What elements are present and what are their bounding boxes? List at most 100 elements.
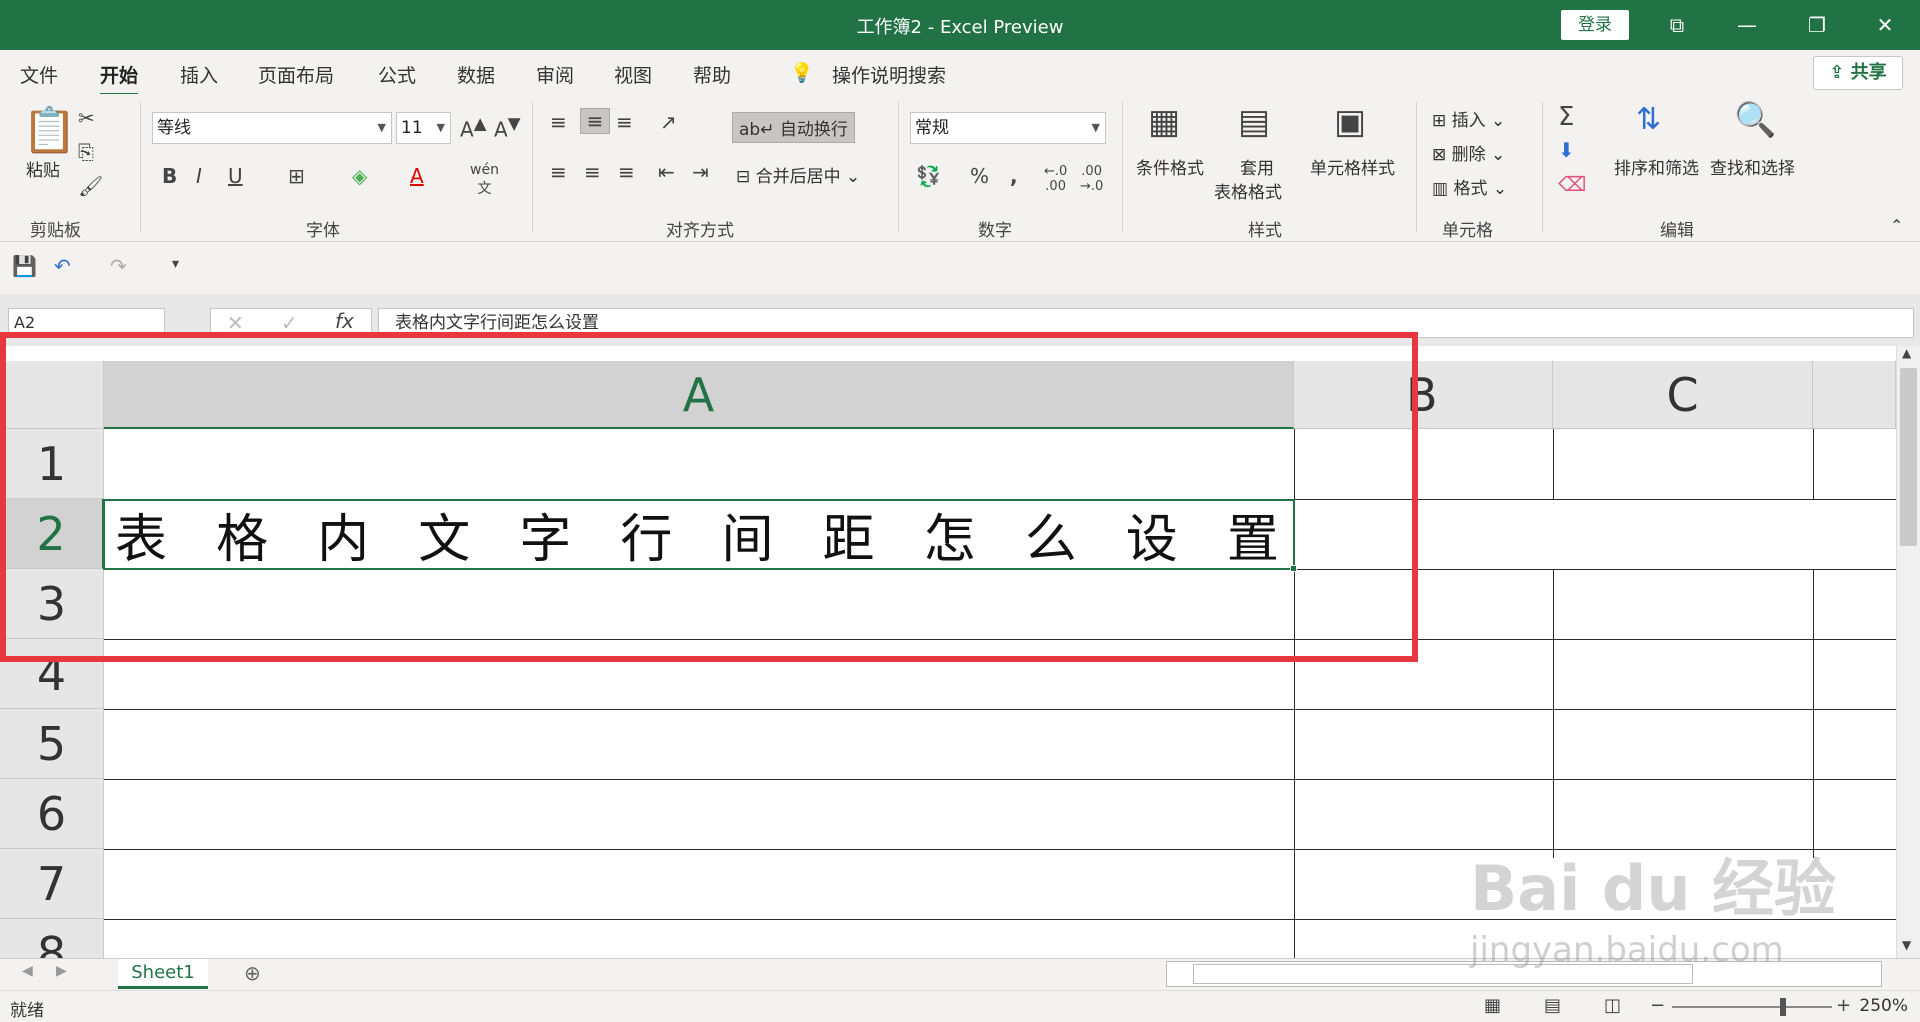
tab-page-layout[interactable]: 页面布局 (258, 61, 334, 88)
row-header-7[interactable]: 7 (0, 849, 104, 919)
divider (898, 102, 899, 232)
scroll-thumb[interactable] (1900, 368, 1917, 546)
page-layout-icon[interactable]: ▤ (1544, 995, 1561, 1016)
align-bottom-icon[interactable]: ≡ (616, 110, 633, 134)
row-header-8[interactable]: 8 (0, 919, 104, 958)
login-button[interactable]: 登录 (1561, 10, 1629, 40)
cut-icon[interactable]: ✂ (78, 106, 95, 130)
format-table-label-2[interactable]: 表格格式 (1214, 178, 1282, 203)
conditional-format-label[interactable]: 条件格式 (1136, 154, 1204, 179)
insert-cells-button[interactable]: ⊞ 插入 ⌄ (1432, 106, 1505, 131)
fill-down-icon[interactable]: ⬇ (1558, 138, 1575, 162)
row-header-5[interactable]: 5 (0, 709, 104, 779)
fill-color-icon[interactable]: ◈ (352, 164, 367, 188)
increase-font-icon[interactable]: A▲ (460, 114, 487, 142)
format-cells-button[interactable]: ▥ 格式 ⌄ (1432, 174, 1507, 199)
delete-label: 删除 (1451, 145, 1486, 165)
accounting-icon[interactable]: 💱 (916, 164, 941, 188)
align-middle-icon[interactable]: ≡ (580, 108, 610, 134)
undo-icon[interactable]: ↶ (54, 254, 71, 278)
tell-me-search[interactable]: 操作说明搜索 (832, 61, 946, 88)
format-table-icon[interactable]: ▤ (1238, 102, 1270, 142)
sort-filter-label[interactable]: 排序和筛选 (1614, 154, 1699, 179)
decrease-font-icon[interactable]: A▼ (494, 114, 521, 142)
font-name-select[interactable]: 等线 ▼ (152, 112, 392, 144)
zoom-slider-thumb[interactable] (1780, 998, 1786, 1016)
save-icon[interactable]: 💾 (12, 254, 37, 278)
orientation-icon[interactable]: ↗ (660, 110, 677, 134)
insert-function-icon[interactable]: fx (335, 309, 354, 333)
wrap-text-label: 自动换行 (779, 120, 848, 140)
wrap-text-button[interactable]: ab↵ 自动换行 (732, 112, 855, 143)
decrease-indent-icon[interactable]: ⇤ (658, 160, 675, 184)
tab-formulas[interactable]: 公式 (378, 61, 416, 88)
clear-icon[interactable]: ⌫ (1558, 172, 1586, 196)
add-sheet-icon[interactable]: ⊕ (244, 961, 261, 985)
comma-icon[interactable]: , (1010, 164, 1018, 188)
tab-file[interactable]: 文件 (20, 61, 58, 88)
cell-styles-icon[interactable]: ▣ (1334, 102, 1366, 142)
scroll-down-icon[interactable]: ▼ (1902, 938, 1911, 952)
wrap-text-icon: ab↵ (739, 120, 780, 140)
sheet-tab-sheet1[interactable]: Sheet1 (118, 959, 208, 989)
font-color-icon[interactable]: A (410, 164, 424, 188)
underline-icon[interactable]: U (228, 164, 243, 188)
delete-cells-button[interactable]: ⊠ 删除 ⌄ (1432, 140, 1505, 165)
close-icon[interactable]: ✕ (1850, 0, 1920, 50)
merge-label: 合并后居中 (755, 167, 841, 187)
font-size-select[interactable]: 11 ▼ (396, 112, 451, 144)
tab-insert[interactable]: 插入 (180, 61, 218, 88)
minimize-icon[interactable]: — (1712, 0, 1782, 50)
paste-label[interactable]: 粘贴 (26, 156, 60, 181)
phonetic-icon[interactable]: wén 文 (470, 162, 499, 198)
share-button[interactable]: ⇪ 共享 (1813, 56, 1903, 90)
page-break-icon[interactable]: ◫ (1604, 995, 1621, 1016)
align-left-icon[interactable]: ≡ (550, 160, 567, 184)
find-select-label[interactable]: 查找和选择 (1710, 154, 1795, 179)
tab-view[interactable]: 视图 (614, 61, 652, 88)
merge-center-button[interactable]: ⊟ 合并后居中 ⌄ (736, 162, 860, 187)
tab-data[interactable]: 数据 (457, 61, 495, 88)
align-right-icon[interactable]: ≡ (618, 160, 635, 184)
clipboard-group-label: 剪贴板 (30, 221, 81, 241)
cell-styles-label[interactable]: 单元格样式 (1310, 154, 1395, 179)
percent-icon[interactable]: % (970, 164, 989, 188)
prev-sheet-icon[interactable]: ◀ (22, 963, 33, 979)
copy-icon[interactable]: ⎘ (78, 140, 94, 164)
next-sheet-icon[interactable]: ▶ (56, 963, 67, 979)
conditional-format-icon[interactable]: ▦ (1148, 102, 1180, 142)
align-center-icon[interactable]: ≡ (584, 160, 601, 184)
format-table-label-1[interactable]: 套用 (1240, 154, 1274, 179)
decrease-decimal-icon[interactable]: .00 →.0 (1080, 164, 1103, 194)
italic-icon[interactable]: I (196, 164, 202, 188)
increase-decimal-icon[interactable]: ←.0.00 (1044, 164, 1067, 194)
align-top-icon[interactable]: ≡ (550, 110, 567, 134)
zoom-out-icon[interactable]: − (1650, 995, 1665, 1016)
column-header-d[interactable] (1813, 361, 1896, 429)
scroll-up-icon[interactable]: ▲ (1902, 346, 1911, 360)
row-header-6[interactable]: 6 (0, 779, 104, 849)
zoom-slider[interactable] (1672, 1006, 1832, 1008)
find-select-icon[interactable]: 🔍 (1734, 100, 1776, 140)
number-format-select[interactable]: 常规 ▼ (910, 112, 1106, 144)
tab-home[interactable]: 开始 (100, 61, 139, 96)
increase-indent-icon[interactable]: ⇥ (692, 160, 709, 184)
zoom-in-icon[interactable]: + (1836, 995, 1851, 1016)
bold-icon[interactable]: B (162, 164, 177, 188)
paste-icon[interactable]: 📋 (22, 104, 77, 156)
sort-filter-icon[interactable]: ⇅ (1636, 102, 1661, 137)
zoom-level[interactable]: 250% (1859, 996, 1908, 1016)
vertical-scrollbar[interactable]: ▲ ▼ (1896, 346, 1920, 958)
ribbon-display-icon[interactable]: ⧉ (1642, 0, 1712, 50)
borders-icon[interactable]: ⊞ (288, 164, 305, 188)
normal-view-icon[interactable]: ▦ (1484, 995, 1501, 1016)
format-painter-icon[interactable]: 🖌 (78, 174, 103, 198)
redo-icon[interactable]: ↷ (110, 254, 127, 278)
tab-help[interactable]: 帮助 (693, 61, 731, 88)
customize-qat-icon[interactable]: ▾ (172, 256, 179, 272)
collapse-ribbon-icon[interactable]: ⌃ (1890, 216, 1903, 235)
autosum-icon[interactable]: Σ (1558, 102, 1574, 132)
tab-review[interactable]: 审阅 (536, 61, 574, 88)
restore-icon[interactable]: ❐ (1782, 0, 1852, 50)
column-header-c[interactable]: C (1553, 361, 1813, 429)
